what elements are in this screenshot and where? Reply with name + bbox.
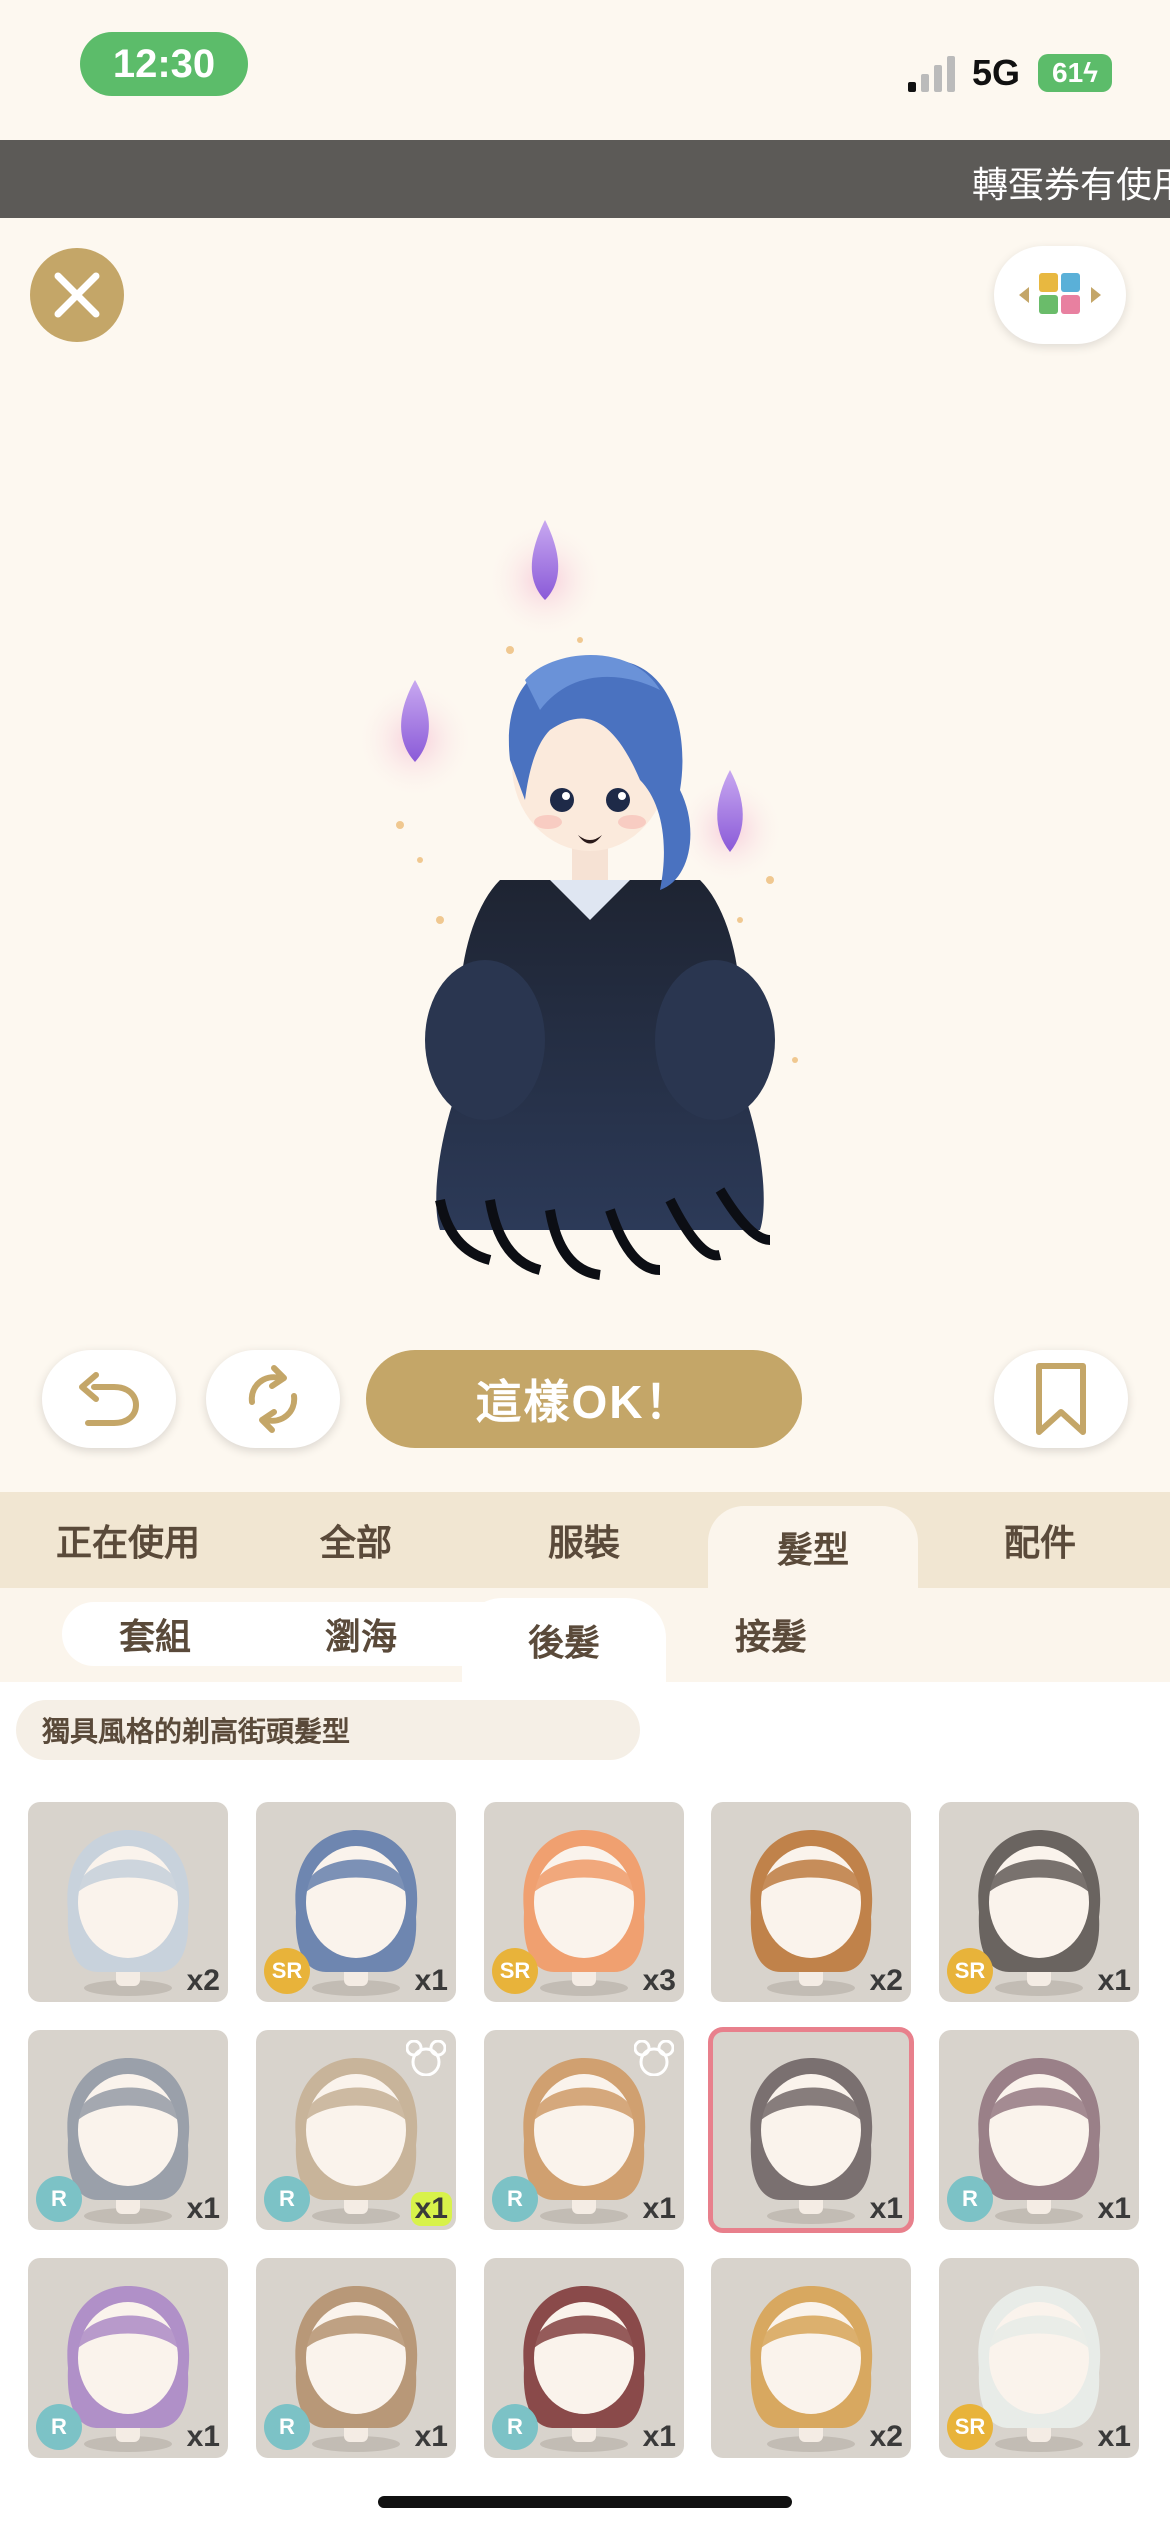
status-bar: 12:30 5G 61 ϟ	[0, 0, 1170, 140]
tab-clothing[interactable]: 服裝	[484, 1492, 684, 1588]
hair-item-card[interactable]: Rx1	[256, 2258, 456, 2458]
item-description: 獨具風格的剃高街頭髮型	[16, 1700, 640, 1760]
undo-icon	[79, 1372, 140, 1426]
rarity-badge: SR	[492, 1948, 538, 1994]
signal-icon	[908, 56, 955, 92]
item-count: x1	[1097, 2420, 1131, 2453]
item-count: x1	[410, 2192, 452, 2226]
hair-item-card[interactable]: x2	[28, 1802, 228, 2002]
subtab-set[interactable]: 套組	[70, 1602, 240, 1666]
hair-item-card[interactable]: Rx1	[484, 2030, 684, 2230]
item-count: x2	[186, 1964, 220, 1997]
item-count: x2	[869, 2420, 903, 2453]
hair-item-card[interactable]: SR x1	[256, 1802, 456, 2002]
item-count: x1	[186, 2192, 220, 2225]
item-count: x1	[1097, 2192, 1131, 2225]
home-indicator[interactable]	[378, 2496, 792, 2508]
charging-icon: ϟ	[1083, 57, 1098, 88]
item-count: x3	[642, 1964, 676, 1997]
marquee-text: 轉蛋券有使用	[972, 164, 1170, 205]
hair-item-card[interactable]: Rx1	[28, 2030, 228, 2230]
tab-hairstyle[interactable]: 髮型	[708, 1506, 918, 1588]
rarity-badge: R	[264, 2404, 310, 2450]
hair-item-card[interactable]: x2	[711, 1802, 911, 2002]
item-count: x2	[869, 1964, 903, 1997]
item-count: x1	[414, 1964, 448, 1997]
undo-button[interactable]	[42, 1350, 176, 1448]
hair-item-card[interactable]: Rx1	[28, 2258, 228, 2458]
hair-item-card[interactable]: Rx1	[256, 2030, 456, 2230]
rarity-badge: SR	[264, 1948, 310, 1994]
bookmark-button[interactable]	[994, 1350, 1128, 1448]
hair-item-card[interactable]: x2	[711, 2258, 911, 2458]
rarity-badge: R	[492, 2404, 538, 2450]
subtab-back-hair[interactable]: 後髮	[462, 1598, 666, 1682]
hair-item-card[interactable]: Rx1	[939, 2030, 1139, 2230]
tab-accessories[interactable]: 配件	[940, 1492, 1140, 1588]
item-count: x1	[1097, 1964, 1131, 1997]
randomize-button[interactable]	[206, 1350, 340, 1448]
battery-indicator: 61 ϟ	[1038, 54, 1112, 92]
rarity-badge: SR	[947, 2404, 993, 2450]
hair-item-card[interactable]: Rx1	[484, 2258, 684, 2458]
item-count: x1	[642, 2192, 676, 2225]
rarity-badge: R	[36, 2176, 82, 2222]
item-count: x1	[869, 2192, 903, 2225]
announcement-marquee: 轉蛋券有使用	[0, 140, 1170, 218]
tab-all[interactable]: 全部	[256, 1492, 456, 1588]
item-count: x1	[642, 2420, 676, 2453]
color-grid-icon	[1019, 273, 1101, 314]
status-time: 12:30	[80, 32, 248, 96]
bear-ears-icon	[634, 2040, 674, 2076]
color-switch-button[interactable]	[994, 246, 1126, 344]
item-count: x1	[414, 2420, 448, 2453]
item-count: x1	[186, 2420, 220, 2453]
hair-item-card[interactable]: x1	[708, 2027, 914, 2233]
close-button[interactable]	[30, 248, 124, 342]
refresh-icon	[248, 1365, 298, 1433]
rarity-badge: R	[492, 2176, 538, 2222]
subtab-extensions[interactable]: 接髮	[686, 1602, 856, 1666]
hair-subcategory-tabs: 套組 瀏海 後髮 接髮	[0, 1588, 1170, 1682]
confirm-ok-button[interactable]: 這樣OK！	[366, 1350, 802, 1448]
rarity-badge: R	[264, 2176, 310, 2222]
category-tabs: 正在使用 全部 服裝 髮型 配件	[0, 1492, 1170, 1588]
tab-in-use[interactable]: 正在使用	[28, 1492, 228, 1588]
hair-item-card[interactable]: SR x1	[939, 2258, 1139, 2458]
item-grid: 獨具風格的剃高街頭髮型 x2 SR x1 SR x3 x2 SR x1 Rx1 Rx1 Rx1 x1 R…	[0, 1682, 1170, 2532]
hair-item-card[interactable]: SR x1	[939, 1802, 1139, 2002]
battery-level: 61	[1052, 57, 1084, 88]
rarity-badge: R	[947, 2176, 993, 2222]
hair-item-card[interactable]: SR x3	[484, 1802, 684, 2002]
rarity-badge: SR	[947, 1948, 993, 1994]
bookmark-icon	[1036, 1363, 1086, 1435]
bear-ears-icon	[406, 2040, 446, 2076]
network-label: 5G	[972, 52, 1021, 93]
avatar-preview	[355, 520, 798, 1280]
subtab-bangs[interactable]: 瀏海	[276, 1602, 446, 1666]
close-icon	[54, 272, 100, 318]
rarity-badge: R	[36, 2404, 82, 2450]
